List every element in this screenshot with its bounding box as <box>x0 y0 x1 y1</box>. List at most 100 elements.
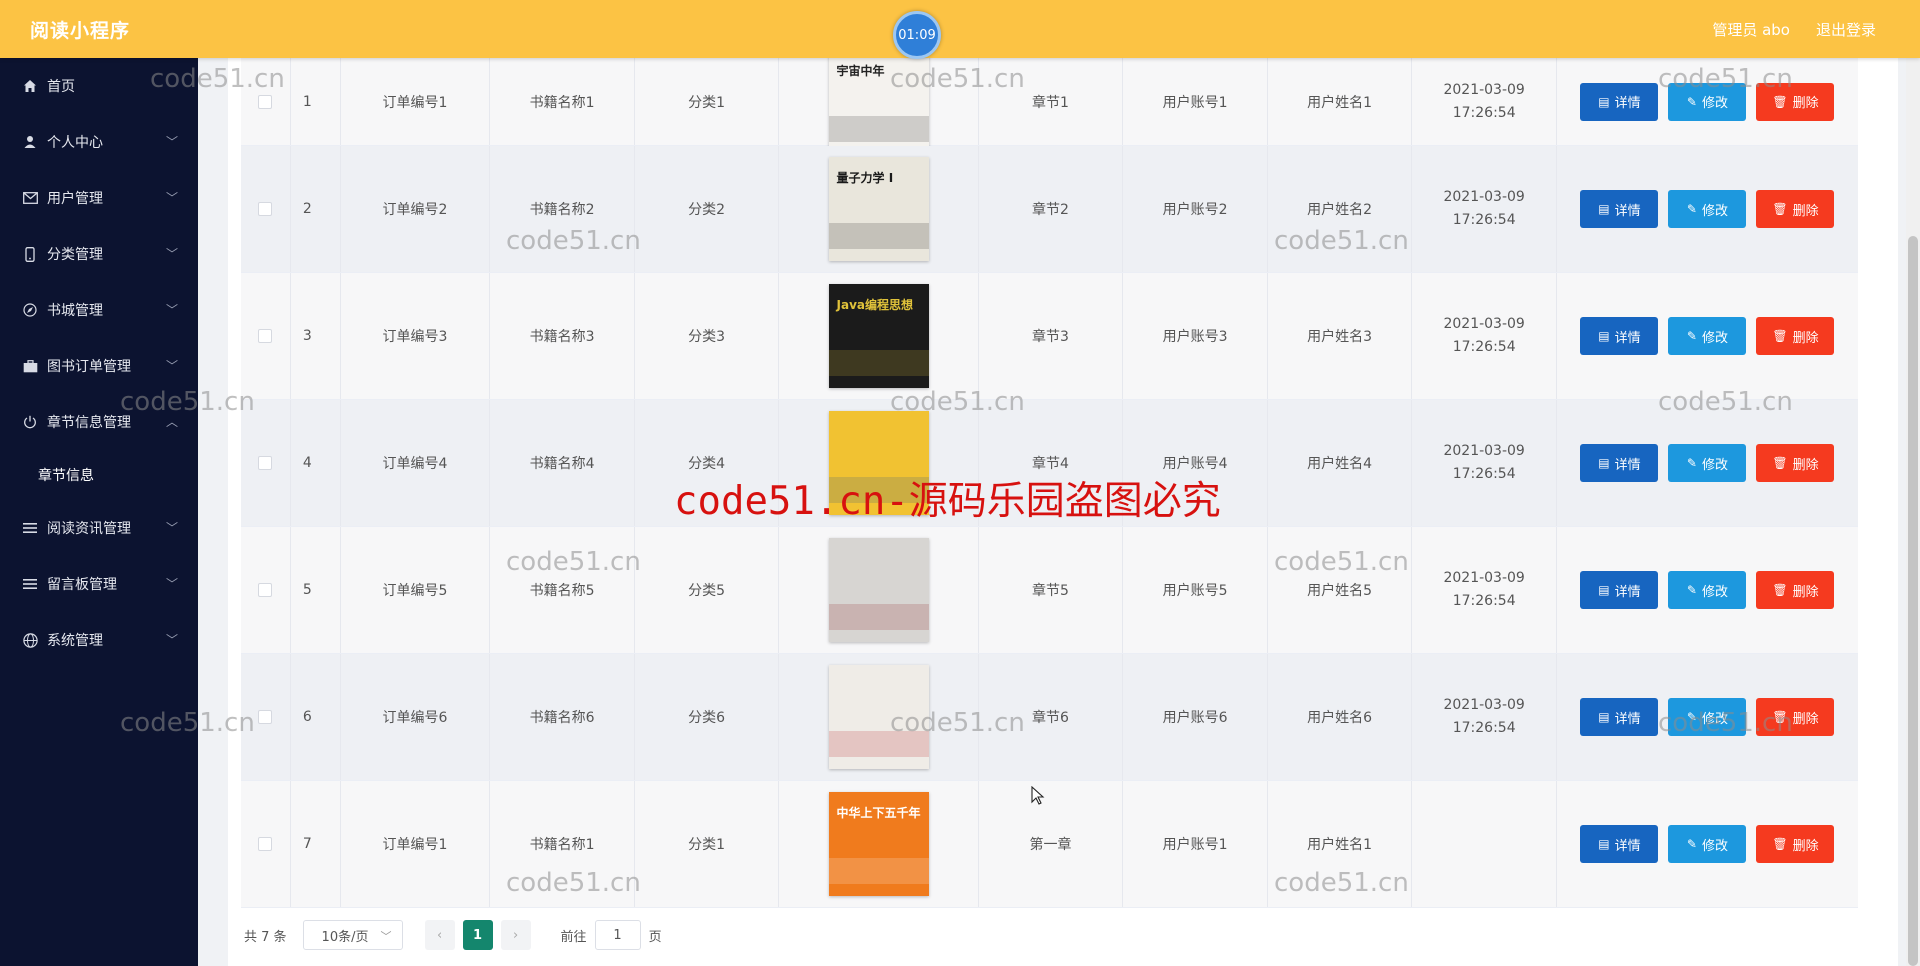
detail-button[interactable]: ▤ 详情 <box>1580 190 1659 228</box>
table-row: 3 订单编号3 书籍名称3 分类3 Java编程思想 章节3 用户账号3 用户姓名3 2021-… <box>241 273 1858 400</box>
row-checkbox[interactable] <box>258 94 273 109</box>
delete-button[interactable]: 🗑 删除 <box>1756 444 1835 482</box>
admin-user-label[interactable]: 管理员 abo <box>1712 19 1790 40</box>
detail-button[interactable]: ▤ 详情 <box>1580 825 1659 863</box>
edit-button[interactable]: ✎ 修改 <box>1668 317 1747 355</box>
edit-label: 修改 <box>1701 203 1728 219</box>
sidebar-item-category-management[interactable]: 分类管理 ﹀ <box>0 226 198 282</box>
category-cell: 分类3 <box>635 273 780 399</box>
pencil-icon: ✎ <box>1686 837 1697 851</box>
sidebar-item-system-management[interactable]: 系统管理 ﹀ <box>0 612 198 668</box>
header-right: 管理员 abo 退出登录 <box>1712 19 1876 40</box>
top-bar: 阅读小程序 管理员 abo 退出登录 <box>0 0 1920 58</box>
book-cover-image[interactable]: 中华上下五千年 <box>828 792 929 896</box>
order-number-cell: 订单编号4 <box>341 400 491 526</box>
phone-icon <box>22 246 38 262</box>
document-icon: ▤ <box>1598 456 1610 470</box>
book-cover-image[interactable]: 宇宙中年 <box>828 49 929 154</box>
detail-button[interactable]: ▤ 详情 <box>1580 317 1659 355</box>
app-title: 阅读小程序 <box>30 20 131 42</box>
book-name-cell: 书籍名称6 <box>490 654 635 780</box>
book-cover-image[interactable] <box>828 665 929 769</box>
logout-link[interactable]: 退出登录 <box>1816 19 1876 40</box>
delete-button[interactable]: 🗑 删除 <box>1756 825 1835 863</box>
row-checkbox[interactable] <box>258 710 273 724</box>
row-checkbox[interactable] <box>258 202 273 216</box>
delete-button[interactable]: 🗑 删除 <box>1756 698 1835 736</box>
delete-button[interactable]: 🗑 删除 <box>1756 571 1835 609</box>
sidebar-subitem-chapter-info[interactable]: 章节信息 <box>0 450 198 500</box>
book-cover-image[interactable] <box>828 538 929 642</box>
sidebar-item-user-management[interactable]: 用户管理 ﹀ <box>0 170 198 226</box>
sidebar-item-label: 个人中心 <box>47 135 103 151</box>
vertical-scrollbar[interactable] <box>1906 58 1920 966</box>
page-number-button[interactable]: 1 <box>462 920 493 950</box>
page-size-select[interactable]: 10条/页 ﹀ <box>302 920 403 950</box>
list-icon <box>22 576 38 592</box>
cover-decoration <box>828 350 929 376</box>
edit-button[interactable]: ✎ 修改 <box>1668 82 1747 121</box>
order-number-cell: 订单编号1 <box>341 58 491 145</box>
row-checkbox[interactable] <box>258 837 273 851</box>
chapter-cell: 第一章 <box>979 781 1124 907</box>
sidebar-item-bookstore-management[interactable]: 书城管理 ﹀ <box>0 282 198 338</box>
sidebar-item-personal-center[interactable]: 个人中心 ﹀ <box>0 114 198 170</box>
book-cover-image[interactable]: 量子力学 I <box>828 157 929 261</box>
edit-label: 修改 <box>1701 584 1728 600</box>
user-name-cell: 用户姓名2 <box>1268 146 1413 272</box>
trash-icon: 🗑 <box>1772 329 1788 343</box>
sidebar-item-news-management[interactable]: 阅读资讯管理 ﹀ <box>0 500 198 556</box>
book-cover-cell: Java编程思想 <box>779 273 979 399</box>
sidebar-item-home[interactable]: 首页 <box>0 58 198 114</box>
category-cell: 分类6 <box>635 654 780 780</box>
trash-icon: 🗑 <box>1772 456 1788 470</box>
detail-button[interactable]: ▤ 详情 <box>1580 571 1659 609</box>
book-name-cell: 书籍名称2 <box>490 146 635 272</box>
edit-label: 修改 <box>1701 330 1728 346</box>
sidebar-item-book-order-management[interactable]: 图书订单管理 ﹀ <box>0 338 198 394</box>
prev-page-button[interactable]: ‹ <box>424 920 455 950</box>
row-checkbox[interactable] <box>258 329 273 343</box>
delete-button[interactable]: 🗑 删除 <box>1756 82 1835 121</box>
row-actions-cell: ▤ 详情 ✎ 修改 🗑 删除 <box>1557 781 1858 907</box>
edit-button[interactable]: ✎ 修改 <box>1668 444 1747 482</box>
book-cover-image[interactable]: Java编程思想 <box>828 284 929 388</box>
book-name-cell: 书籍名称4 <box>490 400 635 526</box>
cover-decoration <box>828 115 929 142</box>
sidebar-item-label: 书城管理 <box>47 303 103 319</box>
book-name-cell: 书籍名称1 <box>490 58 635 145</box>
delete-label: 删除 <box>1792 584 1819 600</box>
row-checkbox[interactable] <box>258 456 273 470</box>
edit-button[interactable]: ✎ 修改 <box>1668 825 1747 863</box>
edit-button[interactable]: ✎ 修改 <box>1668 571 1747 609</box>
detail-label: 详情 <box>1614 838 1641 854</box>
book-cover-cell: 量子力学 I <box>779 146 979 272</box>
row-checkbox[interactable] <box>258 583 273 597</box>
sidebar-item-chapter-management[interactable]: 章节信息管理 ︿ <box>0 394 198 450</box>
book-cover-cell: 中华上下五千年 <box>779 781 979 907</box>
detail-button[interactable]: ▤ 详情 <box>1580 698 1659 736</box>
mail-icon <box>22 190 38 206</box>
sidebar-item-message-board[interactable]: 留言板管理 ﹀ <box>0 556 198 612</box>
edit-button[interactable]: ✎ 修改 <box>1668 190 1747 228</box>
chevron-down-icon: ﹀ <box>165 633 178 647</box>
row-index-cell: 6 <box>291 654 341 780</box>
delete-button[interactable]: 🗑 删除 <box>1756 317 1835 355</box>
order-time-cell: 2021-03-09 17:26:54 <box>1412 400 1557 526</box>
goto-page-input[interactable]: 1 <box>594 920 641 950</box>
delete-button[interactable]: 🗑 删除 <box>1756 190 1835 228</box>
sidebar-item-label: 阅读资讯管理 <box>47 521 131 537</box>
scrollbar-thumb[interactable] <box>1908 236 1918 966</box>
edit-button[interactable]: ✎ 修改 <box>1668 698 1747 736</box>
detail-button[interactable]: ▤ 详情 <box>1580 444 1659 482</box>
chapter-cell: 章节6 <box>979 654 1124 780</box>
page-size-value: 10条/页 <box>321 929 369 945</box>
document-icon: ▤ <box>1598 329 1610 343</box>
table-row: 2 订单编号2 书籍名称2 分类2 量子力学 I 章节2 用户账号2 用户姓名2 2021-03… <box>241 146 1858 273</box>
mouse-cursor-icon <box>1031 785 1045 810</box>
category-cell: 分类1 <box>635 781 780 907</box>
detail-button[interactable]: ▤ 详情 <box>1580 82 1659 121</box>
next-page-button[interactable]: › <box>500 920 531 950</box>
chapter-cell: 章节1 <box>979 58 1124 145</box>
user-icon <box>22 134 38 150</box>
